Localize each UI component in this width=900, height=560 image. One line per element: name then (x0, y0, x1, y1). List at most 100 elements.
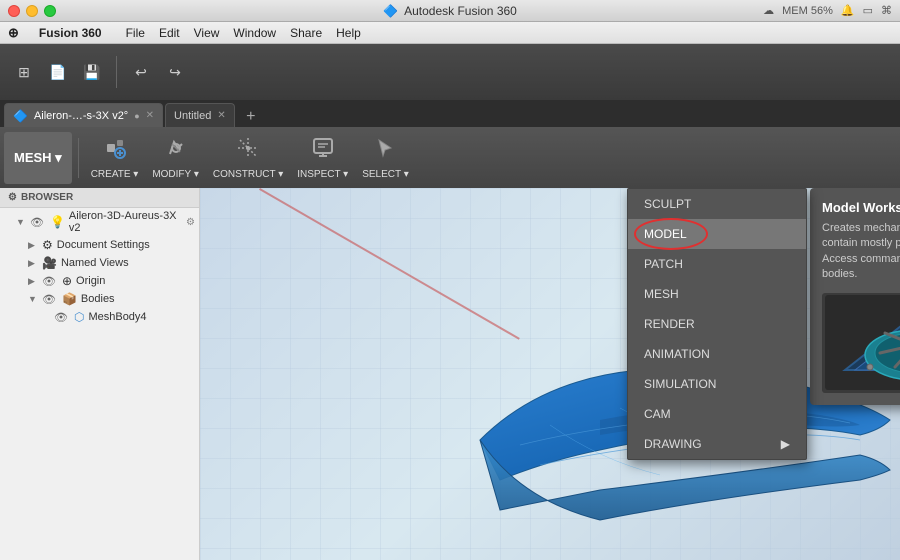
sidebar-header: ⚙ BROWSER (0, 188, 199, 208)
dropdown-model[interactable]: MODEL (628, 219, 806, 249)
tab-aileron[interactable]: 🔷 Aileron-…-s-3X v2° ● ✕ (4, 103, 163, 127)
toolbar-left-group: ⊞ 📄 💾 (8, 56, 108, 88)
sidebar: ⚙ BROWSER ▼ 👁 💡 Aileron-3D-Aureus-3X v2 … (0, 188, 200, 560)
undo-button[interactable]: ↩ (125, 56, 157, 88)
arrow-icon: ▼ (16, 217, 26, 227)
menu-help[interactable]: Help (336, 26, 361, 40)
arrow-doc-icon: ▶ (28, 240, 38, 251)
tree-item-origin[interactable]: ▶ 👁 ⊕ Origin (0, 272, 199, 290)
modify-icon (164, 136, 188, 166)
mesh-workspace-button[interactable]: MESH ▾ (4, 132, 72, 184)
grid-button[interactable]: ⊞ (8, 56, 40, 88)
sidebar-settings-icon: ⚙ (8, 192, 17, 203)
tree-item-meshbody4[interactable]: 👁 ⬡ MeshBody4 (0, 308, 199, 326)
tree-item-doc-settings[interactable]: ▶ ⚙ Document Settings (0, 236, 199, 254)
ws-sep-1 (78, 138, 79, 178)
app-logo: ⊕ (8, 25, 19, 41)
simulation-label: SIMULATION (644, 377, 716, 391)
tree-item-named-views[interactable]: ▶ 🎥 Named Views (0, 254, 199, 272)
app-name: Fusion 360 (39, 26, 102, 40)
select-label: SELECT ▾ (362, 169, 409, 180)
inspect-icon (311, 136, 335, 166)
dropdown-render[interactable]: RENDER (628, 309, 806, 339)
tree-item-root[interactable]: ▼ 👁 💡 Aileron-3D-Aureus-3X v2 ⚙ (0, 208, 199, 236)
wifi-icon: ☁ (763, 4, 774, 17)
tooltip-title: Model Workspace (822, 200, 900, 215)
create-icon (103, 136, 127, 166)
new-tab-button[interactable]: + (241, 107, 261, 127)
arrow-views-icon: ▶ (28, 258, 38, 269)
dropdown-simulation[interactable]: SIMULATION (628, 369, 806, 399)
bodies-icon: 📦 (62, 292, 77, 306)
construct-button[interactable]: CONSTRUCT ▾ (207, 132, 289, 184)
dropdown-cam[interactable]: CAM (628, 399, 806, 429)
menu-edit[interactable]: Edit (159, 26, 180, 40)
dropdown-mesh[interactable]: MESH (628, 279, 806, 309)
create-button[interactable]: CREATE ▾ (85, 132, 145, 184)
create-label: CREATE ▾ (91, 169, 139, 180)
construct-icon (236, 136, 260, 166)
inspect-button[interactable]: INSPECT ▾ (291, 132, 354, 184)
tab-untitled[interactable]: Untitled ✕ (165, 103, 235, 127)
eye-mesh-icon: 👁 (54, 311, 68, 324)
root-item-label: Aileron-3D-Aureus-3X v2 (69, 210, 184, 234)
wifi-icon2: ⌘ (881, 4, 892, 17)
minimize-button[interactable] (26, 5, 38, 17)
viewport[interactable]: FRONT SCULPT MODEL PATCH MESH RENDER (200, 188, 900, 560)
tree-item-bodies[interactable]: ▼ 👁 📦 Bodies (0, 290, 199, 308)
modify-button[interactable]: MODIFY ▾ (146, 132, 205, 184)
workspace-dropdown-menu[interactable]: SCULPT MODEL PATCH MESH RENDER ANIMATION (627, 188, 807, 460)
tooltip-image (822, 293, 900, 393)
gear-icon: ⚙ (42, 238, 53, 252)
eye-bodies-icon: 👁 (42, 293, 56, 306)
tooltip-description: Creates mechanical designs that contain … (822, 221, 900, 283)
tab-untitled-close[interactable]: ✕ (217, 110, 225, 121)
notifications-icon: 🔔 (841, 4, 855, 17)
mesh-label: MESH ▾ (14, 150, 62, 166)
dropdown-animation[interactable]: ANIMATION (628, 339, 806, 369)
traffic-lights (8, 5, 56, 17)
bulb-icon: 💡 (50, 215, 65, 229)
workspace-tooltip: Model Workspace Creates mechanical desig… (810, 188, 900, 405)
select-icon (373, 136, 397, 166)
toolbar-sep-1 (116, 56, 117, 88)
title-bar: 🔷 Autodesk Fusion 360 ☁ MEM 56% 🔔 ▭ ⌘ (0, 0, 900, 22)
workspace-toolbar: MESH ▾ CREATE ▾ MODIFY ▾ (0, 128, 900, 188)
render-label: RENDER (644, 317, 695, 331)
display-icon: ▭ (863, 4, 873, 17)
drawing-arrow-icon: ▶ (781, 437, 790, 451)
redo-button[interactable]: ↪ (159, 56, 191, 88)
close-button[interactable] (8, 5, 20, 17)
eye-icon: 👁 (30, 216, 44, 229)
dropdown-patch[interactable]: PATCH (628, 249, 806, 279)
arrow-origin-icon: ▶ (28, 276, 38, 287)
dropdown-drawing[interactable]: DRAWING ▶ (628, 429, 806, 459)
tab-aileron-label: Aileron-…-s-3X v2° (34, 110, 128, 122)
origin-icon: ⊕ (62, 274, 72, 288)
mesh-body-icon: ⬡ (74, 310, 84, 324)
menu-share[interactable]: Share (290, 26, 322, 40)
menu-bar: ⊕ Fusion 360 File Edit View Window Share… (0, 22, 900, 44)
cam-label: CAM (644, 407, 671, 421)
arrow-bodies-icon: ▼ (28, 294, 38, 304)
meshbody-label: MeshBody4 (88, 311, 195, 323)
app-title: Autodesk Fusion 360 (404, 4, 517, 18)
dropdown-sculpt[interactable]: SCULPT (628, 189, 806, 219)
save-button[interactable]: 💾 (76, 56, 108, 88)
inspect-label: INSPECT ▾ (297, 169, 348, 180)
origin-label: Origin (76, 275, 195, 287)
menu-view[interactable]: View (194, 26, 220, 40)
sculpt-label: SCULPT (644, 197, 691, 211)
memory-indicator: MEM 56% (782, 5, 833, 17)
construct-label: CONSTRUCT ▾ (213, 169, 283, 180)
titlebar-right-icons: ☁ MEM 56% 🔔 ▭ ⌘ (763, 4, 892, 17)
doc-settings-label: Document Settings (57, 239, 195, 251)
menu-file[interactable]: File (126, 26, 145, 40)
model-label: MODEL (644, 227, 687, 241)
tab-aileron-close[interactable]: ✕ (146, 110, 154, 121)
maximize-button[interactable] (44, 5, 56, 17)
select-button[interactable]: SELECT ▾ (356, 132, 415, 184)
model-item-wrapper: MODEL (628, 219, 806, 249)
menu-window[interactable]: Window (233, 26, 276, 40)
file-button[interactable]: 📄 (42, 56, 74, 88)
